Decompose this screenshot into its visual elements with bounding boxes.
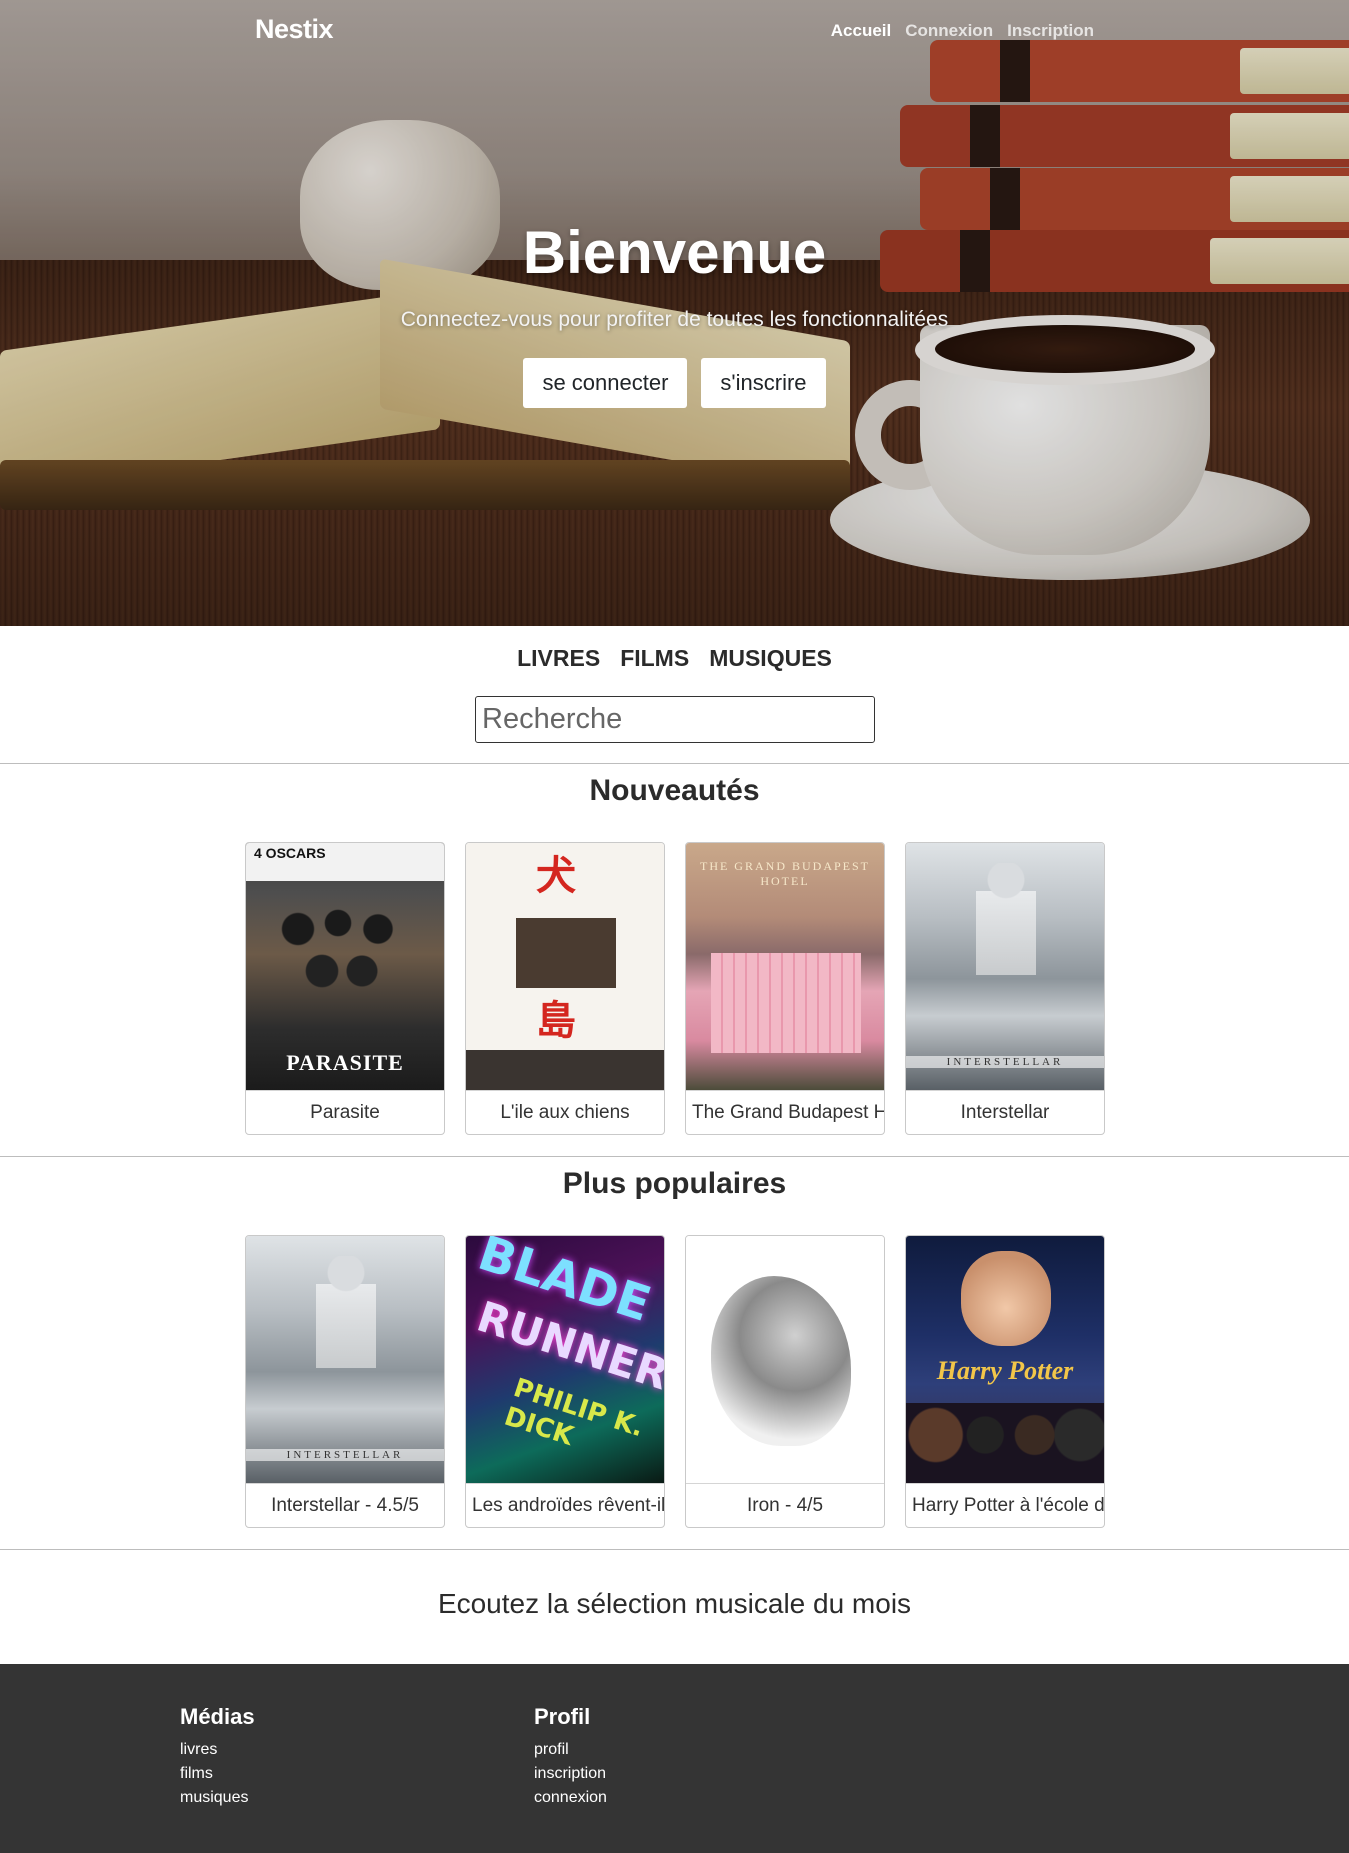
search-input[interactable] — [475, 696, 875, 743]
popular-items-list: INTERSTELLAR Interstellar - 4.5/5 BLADE … — [245, 1235, 1105, 1528]
hero-title: Bienvenue — [522, 219, 827, 286]
category-films[interactable]: FILMS — [620, 645, 689, 672]
section-title-populaires: Plus populaires — [562, 1167, 787, 1200]
section-title-nouveautes: Nouveautés — [589, 774, 760, 807]
media-card-harry-potter[interactable]: Harry Potter Harry Potter à l'école des … — [905, 1235, 1105, 1528]
card-title: Iron - 4/5 — [746, 1495, 824, 1516]
poster-text: THE GRAND BUDAPEST HOTEL — [699, 859, 870, 888]
media-card-iron[interactable]: Iron - 4/5 — [685, 1235, 885, 1528]
poster-image — [686, 1236, 884, 1484]
footer-column-medias: Médias livres films musiques — [180, 1704, 255, 1810]
footer-link-livres[interactable]: livres — [180, 1738, 255, 1762]
nav-link-accueil[interactable]: Accueil — [831, 21, 891, 41]
hero-buttons: se connecter s'inscrire — [0, 358, 1349, 408]
footer-heading: Médias — [180, 1704, 255, 1729]
poster-text: Harry Potter — [936, 1356, 1074, 1385]
footer-link-connexion[interactable]: connexion — [534, 1786, 607, 1810]
card-title: Interstellar - 4.5/5 — [271, 1495, 419, 1516]
media-card-interstellar[interactable]: INTERSTELLAR Interstellar - 4.5/5 — [245, 1235, 445, 1528]
poster-text: 4 OSCARS — [254, 845, 326, 861]
nav-link-inscription[interactable]: Inscription — [1007, 21, 1094, 41]
category-musiques[interactable]: MUSIQUES — [709, 645, 832, 672]
poster-image: INTERSTELLAR — [246, 1236, 444, 1484]
media-card-parasite[interactable]: 4 OSCARS PARASITE Parasite — [245, 842, 445, 1135]
divider — [0, 1156, 1349, 1157]
poster-image: INTERSTELLAR — [906, 843, 1104, 1091]
footer-link-profil[interactable]: profil — [534, 1738, 607, 1762]
nav-link-connexion[interactable]: Connexion — [905, 21, 993, 41]
poster-image: BLADE RUNNER PHILIP K. DICK — [466, 1236, 664, 1484]
footer-link-films[interactable]: films — [180, 1762, 255, 1786]
brand-logo[interactable]: Nestix — [255, 14, 334, 45]
hero-subtitle: Connectez-vous pour profiter de toutes l… — [400, 308, 949, 331]
card-title: Interstellar — [960, 1102, 1050, 1123]
category-livres[interactable]: LIVRES — [517, 645, 600, 672]
poster-text: 島 — [536, 998, 576, 1044]
card-title: Harry Potter à l'école des sorciers — [912, 1495, 1104, 1516]
new-items-list: 4 OSCARS PARASITE Parasite 犬 島 L'ile aux… — [245, 842, 1105, 1135]
music-selection-text[interactable]: Ecoutez la sélection musicale du mois — [0, 1588, 1349, 1620]
hero-section: Nestix Accueil Connexion Inscription Bie… — [0, 0, 1349, 626]
signup-button[interactable]: s'inscrire — [701, 358, 826, 408]
poster-image: THE GRAND BUDAPEST HOTEL — [686, 843, 884, 1091]
divider — [0, 763, 1349, 764]
footer-link-musiques[interactable]: musiques — [180, 1786, 255, 1810]
category-nav: LIVRES FILMS MUSIQUES — [0, 645, 1349, 672]
poster-image: Harry Potter — [906, 1236, 1104, 1484]
divider — [0, 1549, 1349, 1550]
footer-column-profil: Profil profil inscription connexion — [534, 1704, 607, 1810]
login-button[interactable]: se connecter — [523, 358, 688, 408]
poster-text: INTERSTELLAR — [906, 1056, 1104, 1068]
hero-content: Bienvenue Connectez-vous pour profiter d… — [0, 218, 1349, 408]
poster-text: 犬 — [536, 853, 576, 899]
media-card-grand-budapest[interactable]: THE GRAND BUDAPEST HOTEL The Grand Budap… — [685, 842, 885, 1135]
card-title: The Grand Budapest Hotel — [692, 1102, 884, 1123]
card-title: Les androïdes rêvent-ils de moutons élec… — [472, 1495, 664, 1516]
media-card-ile-aux-chiens[interactable]: 犬 島 L'ile aux chiens — [465, 842, 665, 1135]
footer-link-inscription[interactable]: inscription — [534, 1762, 607, 1786]
poster-text: INTERSTELLAR — [246, 1449, 444, 1461]
nav-links: Accueil Connexion Inscription — [831, 21, 1094, 41]
media-card-blade-runner[interactable]: BLADE RUNNER PHILIP K. DICK Les androïde… — [465, 1235, 665, 1528]
card-title: L'ile aux chiens — [500, 1102, 630, 1123]
poster-text: PARASITE — [286, 1050, 404, 1075]
media-card-interstellar[interactable]: INTERSTELLAR Interstellar — [905, 842, 1105, 1135]
poster-image: 犬 島 — [466, 843, 664, 1091]
card-title: Parasite — [310, 1102, 380, 1123]
footer: Médias livres films musiques Profil prof… — [0, 1664, 1349, 1853]
poster-image: 4 OSCARS PARASITE — [246, 843, 444, 1091]
footer-heading: Profil — [534, 1704, 591, 1729]
navbar: Nestix Accueil Connexion Inscription — [0, 0, 1349, 64]
